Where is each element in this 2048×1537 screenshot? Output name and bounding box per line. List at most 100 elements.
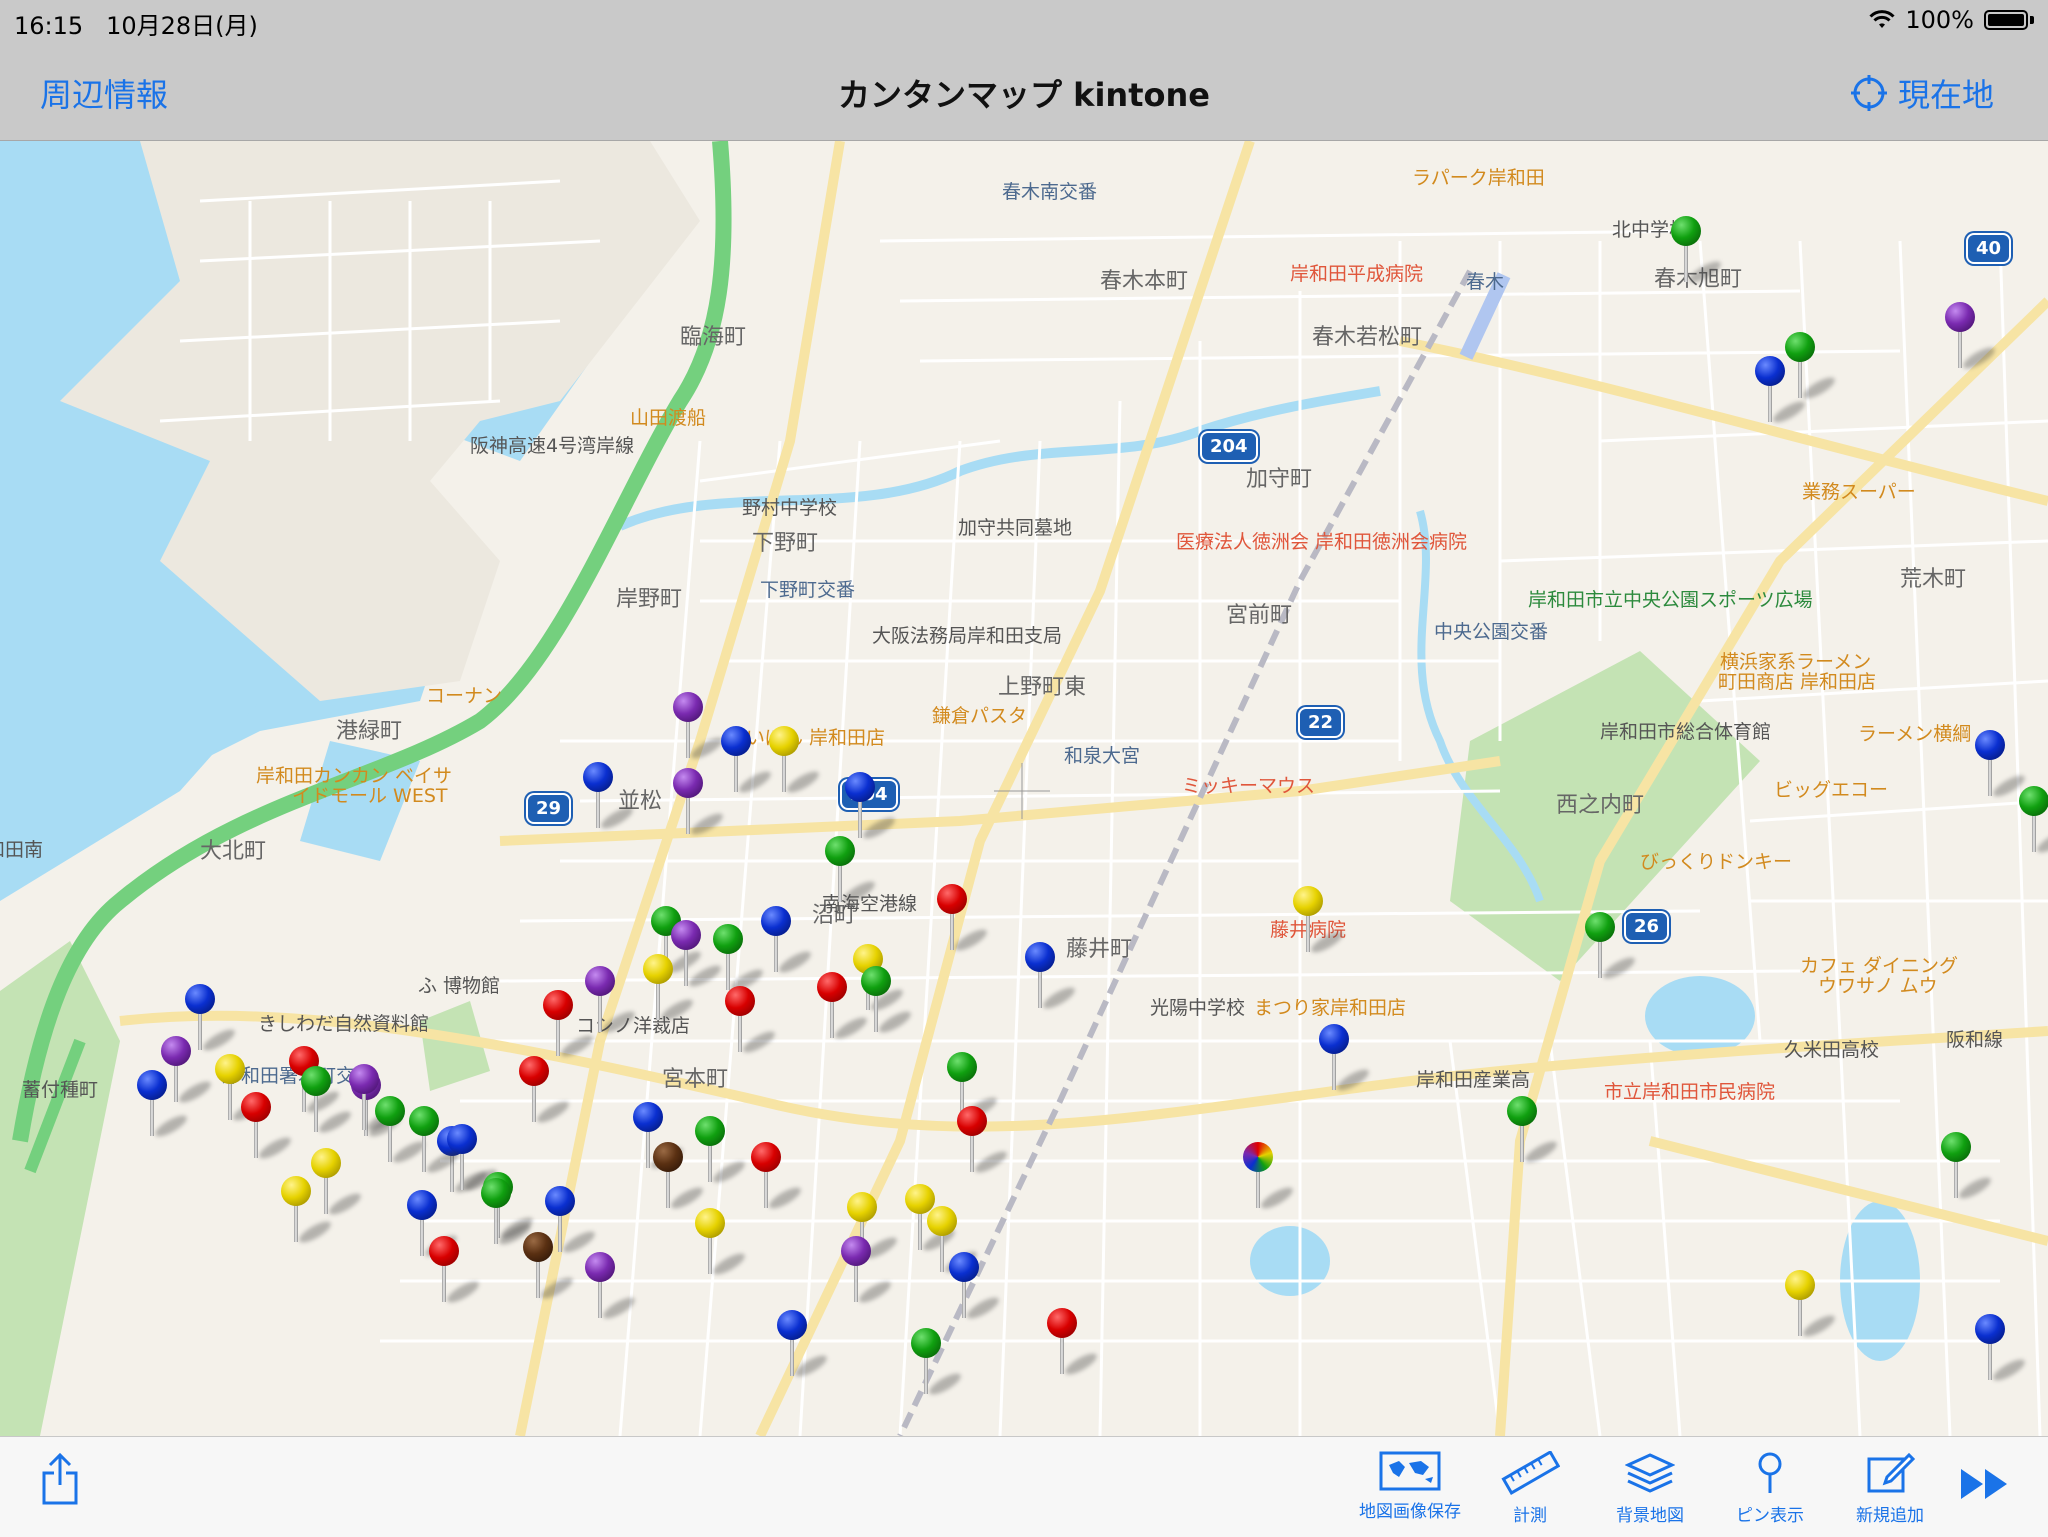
pin-head bbox=[725, 986, 755, 1016]
map-pin-red[interactable] bbox=[429, 1236, 482, 1307]
map-pin-green[interactable] bbox=[1941, 1132, 1994, 1203]
map-pin-green[interactable] bbox=[301, 1066, 354, 1137]
map-label: 和田南 bbox=[0, 839, 44, 861]
map-pin-red[interactable] bbox=[937, 884, 990, 955]
route-shield: 40 bbox=[1966, 233, 2012, 264]
map-pin-blue[interactable] bbox=[1975, 1314, 2028, 1385]
map-pin-blue[interactable] bbox=[137, 1070, 190, 1141]
map-view[interactable]: 天然温泉だんぢり湯ラパーク岸和田春木南交番北中学校春木本町岸和田平成病院春木春木… bbox=[0, 141, 2048, 1436]
pin-head bbox=[519, 1056, 549, 1086]
map-pin-purple[interactable] bbox=[1945, 302, 1998, 373]
map-pin-red[interactable] bbox=[957, 1106, 1010, 1177]
map-pin-green[interactable] bbox=[375, 1096, 428, 1167]
pin-head bbox=[241, 1092, 271, 1122]
map-pin-yellow[interactable] bbox=[1293, 886, 1346, 957]
map-pin-purple[interactable] bbox=[673, 692, 726, 763]
map-pin-yellow[interactable] bbox=[769, 726, 822, 797]
map-pin-green[interactable] bbox=[911, 1328, 964, 1399]
map-pin-green[interactable] bbox=[825, 836, 878, 907]
map-label: 西之内町 bbox=[1556, 793, 1645, 818]
map-pin-blue[interactable] bbox=[1975, 730, 2028, 801]
map-pin-yellow[interactable] bbox=[281, 1176, 334, 1247]
map-pin-green[interactable] bbox=[409, 1106, 462, 1177]
map-label: 阪神高速4号湾岸線 bbox=[470, 435, 635, 457]
map-pin-green[interactable] bbox=[1785, 332, 1838, 403]
map-pin-multicolor[interactable] bbox=[1243, 1142, 1296, 1213]
pin-head bbox=[927, 1206, 957, 1236]
map-pin-red[interactable] bbox=[725, 986, 778, 1057]
map-pin-blue[interactable] bbox=[721, 726, 774, 797]
map-pin-brown[interactable] bbox=[523, 1232, 576, 1303]
map-pin-red[interactable] bbox=[751, 1142, 804, 1213]
map-pin-purple[interactable] bbox=[585, 966, 638, 1037]
river bbox=[617, 386, 1381, 531]
pin-display-button[interactable]: ピン表示 bbox=[1710, 1451, 1830, 1526]
map-pin-blue[interactable] bbox=[845, 772, 898, 843]
map-pin-green[interactable] bbox=[1585, 912, 1638, 983]
map-pin-purple[interactable] bbox=[841, 1236, 894, 1307]
map-pin-red[interactable] bbox=[241, 1092, 294, 1163]
map-pin-purple[interactable] bbox=[585, 1252, 638, 1323]
map-pin-purple[interactable] bbox=[673, 768, 726, 839]
pin-head bbox=[713, 924, 743, 954]
current-location-button[interactable]: 現在地 bbox=[1850, 70, 1994, 116]
status-date: 10月28日(月) bbox=[106, 12, 258, 40]
map-label: 岸和田平成病院 bbox=[1290, 263, 1424, 285]
map-pin-blue[interactable] bbox=[1755, 356, 1808, 427]
map-pin-blue[interactable] bbox=[583, 762, 636, 833]
pin-head bbox=[185, 984, 215, 1014]
pin-head bbox=[751, 1142, 781, 1172]
pin-head bbox=[1941, 1132, 1971, 1162]
map-pin-brown[interactable] bbox=[653, 1142, 706, 1213]
map-pin-red[interactable] bbox=[817, 972, 870, 1043]
share-button[interactable] bbox=[0, 1451, 120, 1507]
pin-head bbox=[1293, 886, 1323, 916]
app-title: カンタンマップ kintone bbox=[838, 76, 1210, 114]
forward-button[interactable] bbox=[1930, 1467, 2040, 1501]
map-pin-yellow[interactable] bbox=[643, 954, 696, 1025]
map-pin-green[interactable] bbox=[1507, 1096, 1560, 1167]
map-pin-purple[interactable] bbox=[671, 920, 724, 991]
map-pin-green[interactable] bbox=[1671, 216, 1724, 287]
map-pin-red[interactable] bbox=[543, 990, 596, 1061]
ruler-icon bbox=[1501, 1451, 1560, 1495]
map-label: 下野町 bbox=[752, 531, 819, 556]
pin-head bbox=[847, 1192, 877, 1222]
background-map-button[interactable]: 背景地図 bbox=[1590, 1451, 1710, 1526]
map-pin-green[interactable] bbox=[695, 1116, 748, 1187]
map-pin-blue[interactable] bbox=[1319, 1024, 1372, 1095]
map-label: 市立岸和田市民病院 bbox=[1604, 1081, 1776, 1103]
map-pin-blue[interactable] bbox=[949, 1252, 1002, 1323]
map-pin-red[interactable] bbox=[519, 1056, 572, 1127]
pin-head bbox=[429, 1236, 459, 1266]
save-map-image-button[interactable]: 地図画像保存 bbox=[1350, 1451, 1470, 1522]
route-shield: 22 bbox=[1298, 707, 1344, 738]
pin-head bbox=[349, 1064, 379, 1094]
map-label: 久米田高校 bbox=[1784, 1039, 1880, 1061]
park-west bbox=[0, 941, 120, 1436]
map-pin-red[interactable] bbox=[1047, 1308, 1100, 1379]
map-label: コーナン bbox=[426, 685, 503, 707]
map-label: 加守共同墓地 bbox=[958, 517, 1073, 539]
map-pin-blue[interactable] bbox=[777, 1310, 830, 1381]
map-pin-blue[interactable] bbox=[761, 906, 814, 977]
map-pin-green[interactable] bbox=[713, 924, 766, 995]
measure-button[interactable]: 計測 bbox=[1470, 1451, 1590, 1526]
map-pin-green[interactable] bbox=[861, 966, 914, 1037]
map-pin-yellow[interactable] bbox=[1785, 1270, 1838, 1341]
battery-icon bbox=[1984, 10, 2028, 30]
pin-head bbox=[671, 920, 701, 950]
crosshair-icon bbox=[1850, 75, 1887, 111]
map-pin-green[interactable] bbox=[481, 1178, 534, 1249]
pin-head bbox=[545, 1186, 575, 1216]
map-label: 野村中学校 bbox=[742, 497, 838, 519]
pin-head bbox=[949, 1252, 979, 1282]
map-label: 下野町交番 bbox=[760, 579, 856, 601]
map-pin-yellow[interactable] bbox=[311, 1148, 364, 1219]
pin-head bbox=[585, 966, 615, 996]
map-pin-green[interactable] bbox=[2019, 786, 2048, 857]
map-label: 蓄付種町 bbox=[22, 1079, 99, 1101]
map-pin-yellow[interactable] bbox=[695, 1208, 748, 1279]
pin-head bbox=[409, 1106, 439, 1136]
map-pin-blue[interactable] bbox=[1025, 942, 1078, 1013]
